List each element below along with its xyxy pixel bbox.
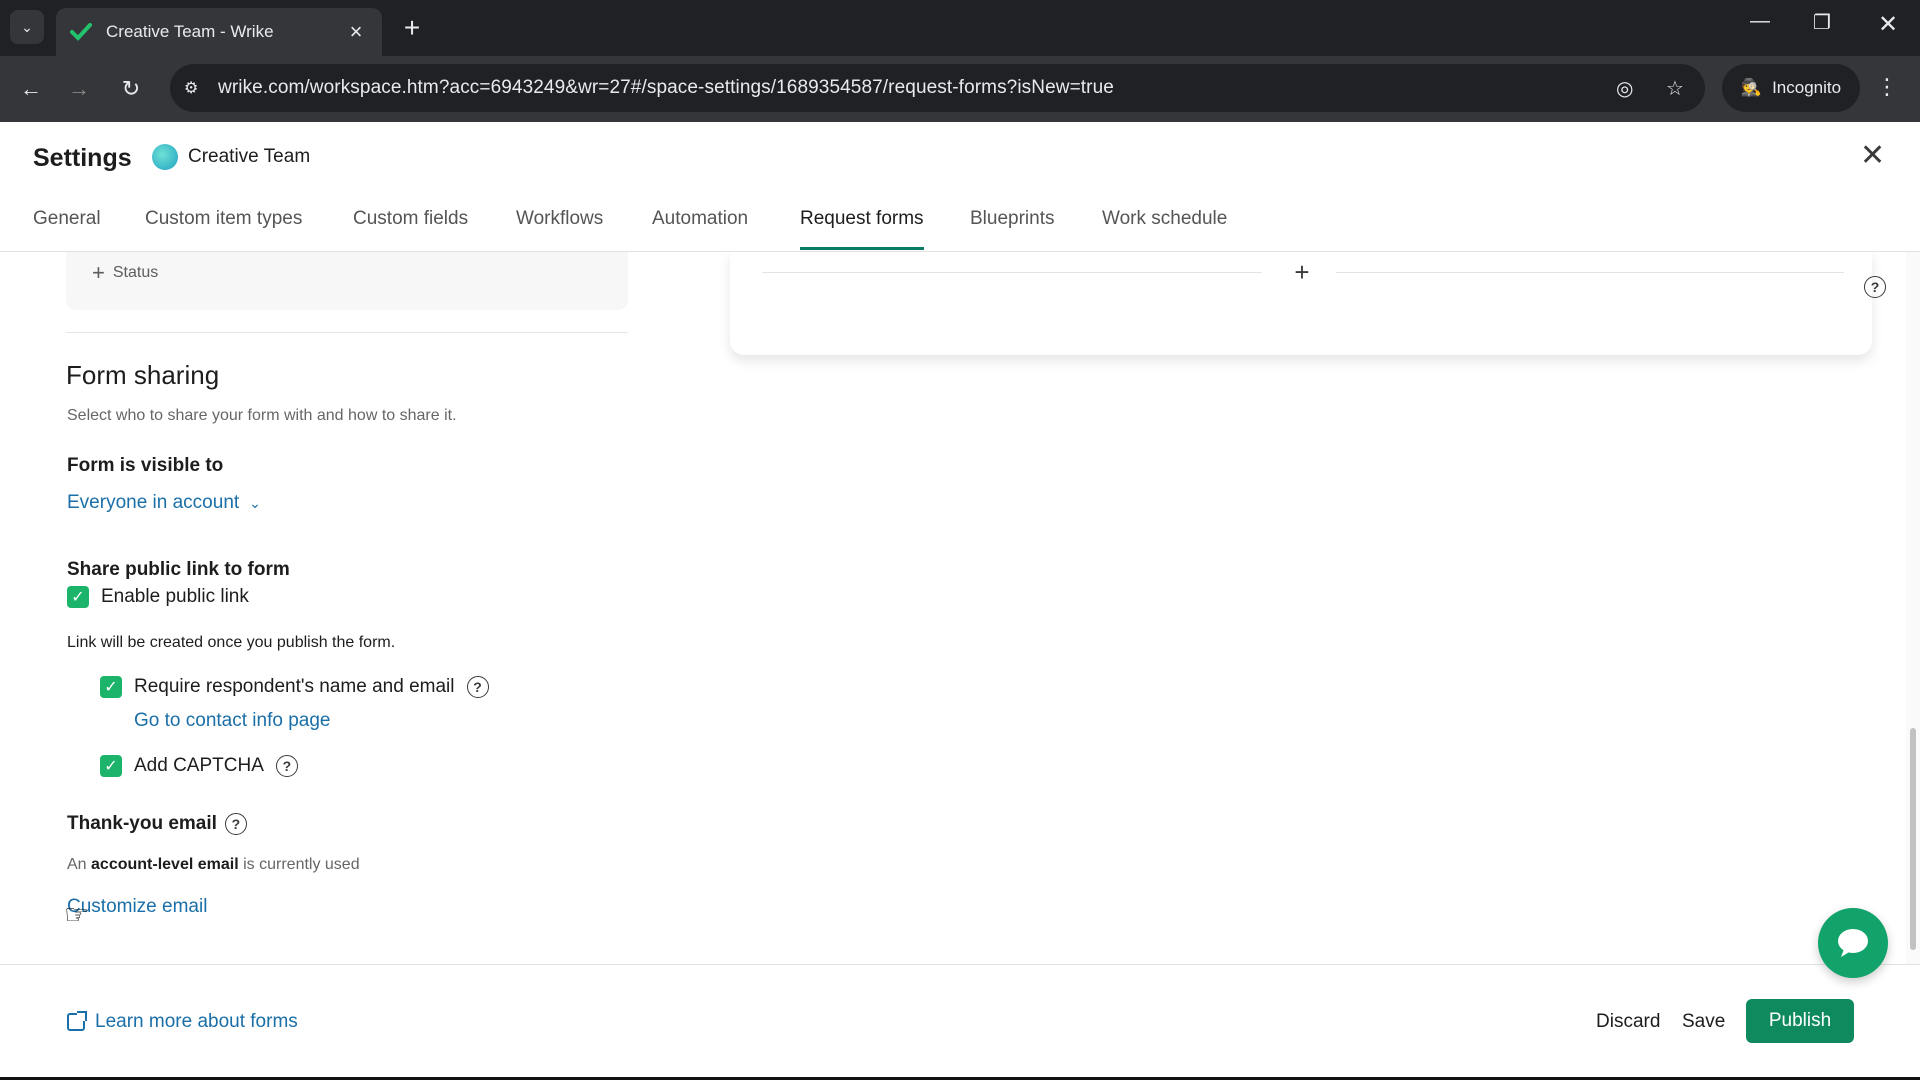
hand-cursor-icon: ☞ [64, 899, 90, 930]
settings-header: Settings Creative Team ✕ General Custom … [0, 122, 1920, 252]
thankyou-bold: account-level email [91, 856, 239, 873]
form-sharing-description: Select who to share your form with and h… [67, 407, 457, 424]
back-icon[interactable]: ← [16, 74, 46, 104]
thankyou-email-row: Thank-you email ? [67, 813, 247, 835]
space-icon [152, 144, 178, 170]
site-info-icon[interactable]: ⚙ [184, 78, 218, 98]
tab-request-forms[interactable]: Request forms [800, 208, 924, 250]
reload-icon[interactable]: ↻ [116, 74, 146, 104]
learn-more-link[interactable]: Learn more about forms [67, 1011, 298, 1033]
chat-bubble-icon [1838, 929, 1868, 957]
tab-workflows[interactable]: Workflows [516, 208, 603, 250]
add-field-icon[interactable]: + [1280, 252, 1324, 292]
browser-tabstrip: ⌄ Creative Team - Wrike × + — ❐ ✕ [0, 0, 1920, 56]
external-link-icon [67, 1011, 87, 1031]
save-button[interactable]: Save [1682, 1011, 1725, 1033]
captcha-checkbox[interactable]: ✓ [100, 755, 122, 777]
wrike-favicon-icon [70, 23, 92, 41]
help-icon[interactable]: ? [275, 755, 298, 777]
add-status-label: Status [112, 264, 159, 281]
tab-close-icon[interactable]: × [344, 19, 368, 45]
minimize-icon[interactable]: — [1740, 10, 1780, 33]
settings-title: Settings [33, 144, 132, 172]
thankyou-email-description: An account-level email is currently used [67, 856, 360, 874]
plus-icon: + [92, 260, 105, 285]
incognito-badge[interactable]: 🕵 Incognito [1722, 64, 1860, 112]
enable-public-link-row: ✓ Enable public link [67, 586, 249, 608]
space-name: Creative Team [188, 146, 311, 167]
forward-icon[interactable]: → [64, 74, 94, 104]
thankyou-email-label: Thank-you email [67, 813, 217, 834]
close-icon[interactable]: ✕ [1860, 138, 1885, 173]
help-icon[interactable]: ? [224, 813, 247, 835]
form-sharing-title: Form sharing [66, 360, 220, 390]
require-name-email-row: ✓ Require respondent's name and email ? [100, 676, 489, 698]
tab-general[interactable]: General [33, 208, 101, 250]
captcha-row: ✓ Add CAPTCHA ? [100, 755, 298, 777]
discard-button[interactable]: Discard [1596, 1011, 1660, 1033]
incognito-label: Incognito [1772, 78, 1842, 97]
tab-custom-item-types[interactable]: Custom item types [145, 208, 302, 250]
preview-divider [762, 272, 1262, 273]
visibility-label: Form is visible to [67, 455, 224, 476]
help-icon[interactable]: ? [466, 676, 489, 698]
section-divider [66, 332, 628, 333]
tab-blueprints[interactable]: Blueprints [970, 208, 1055, 250]
add-status-button[interactable]: + Status [92, 260, 158, 286]
tab-automation[interactable]: Automation [652, 208, 748, 250]
visibility-value: Everyone in account [67, 492, 240, 513]
settings-content: + Status Form sharing Select who to shar… [0, 252, 1920, 964]
chat-button[interactable] [1818, 908, 1888, 978]
settings-tabs: General Custom item types Custom fields … [0, 196, 1920, 252]
require-name-email-checkbox[interactable]: ✓ [100, 676, 122, 698]
captcha-label: Add CAPTCHA [134, 755, 264, 776]
eye-off-icon[interactable]: ◎ [1616, 76, 1633, 101]
status-card: + Status [66, 252, 628, 310]
publish-button[interactable]: Publish [1746, 999, 1854, 1043]
tab-search-button[interactable]: ⌄ [10, 10, 44, 44]
restore-icon[interactable]: ❐ [1802, 10, 1842, 35]
learn-more-label: Learn more about forms [95, 1011, 298, 1032]
thankyou-prefix: An [67, 856, 87, 873]
preview-divider [1336, 272, 1844, 273]
new-tab-icon[interactable]: + [396, 12, 428, 44]
contact-info-link[interactable]: Go to contact info page [134, 710, 330, 732]
bookmark-star-icon[interactable]: ☆ [1666, 76, 1684, 101]
tab-work-schedule[interactable]: Work schedule [1102, 208, 1227, 250]
browser-tab[interactable]: Creative Team - Wrike × [56, 8, 382, 56]
browser-toolbar: ← → ↻ ⚙ wrike.com/workspace.htm?acc=6943… [0, 56, 1920, 122]
visibility-dropdown[interactable]: Everyone in account ⌄ [67, 492, 261, 514]
address-bar[interactable]: ⚙ wrike.com/workspace.htm?acc=6943249&wr… [170, 64, 1705, 112]
require-name-email-label: Require respondent's name and email [134, 676, 455, 697]
enable-public-link-checkbox[interactable]: ✓ [67, 586, 89, 608]
help-icon[interactable]: ? [1864, 276, 1886, 298]
share-public-link-label: Share public link to form [67, 559, 290, 580]
incognito-icon: 🕵 [1740, 78, 1763, 97]
scrollbar-thumb[interactable] [1910, 728, 1916, 950]
form-preview-card: + [730, 252, 1872, 355]
chevron-down-icon: ⌄ [249, 494, 261, 511]
tab-custom-fields[interactable]: Custom fields [353, 208, 468, 250]
tab-title: Creative Team - Wrike [106, 22, 274, 41]
chevron-down-icon: ⌄ [21, 18, 33, 35]
browser-menu-icon[interactable]: ⋮ [1876, 74, 1898, 100]
window-close-icon[interactable]: ✕ [1868, 10, 1908, 39]
url-text[interactable]: wrike.com/workspace.htm?acc=6943249&wr=2… [218, 77, 1114, 99]
enable-public-link-label: Enable public link [101, 586, 249, 607]
thankyou-suffix: is currently used [243, 856, 360, 873]
link-note: Link will be created once you publish th… [67, 634, 396, 651]
settings-footer: Learn more about forms Discard Save Publ… [0, 964, 1920, 1080]
